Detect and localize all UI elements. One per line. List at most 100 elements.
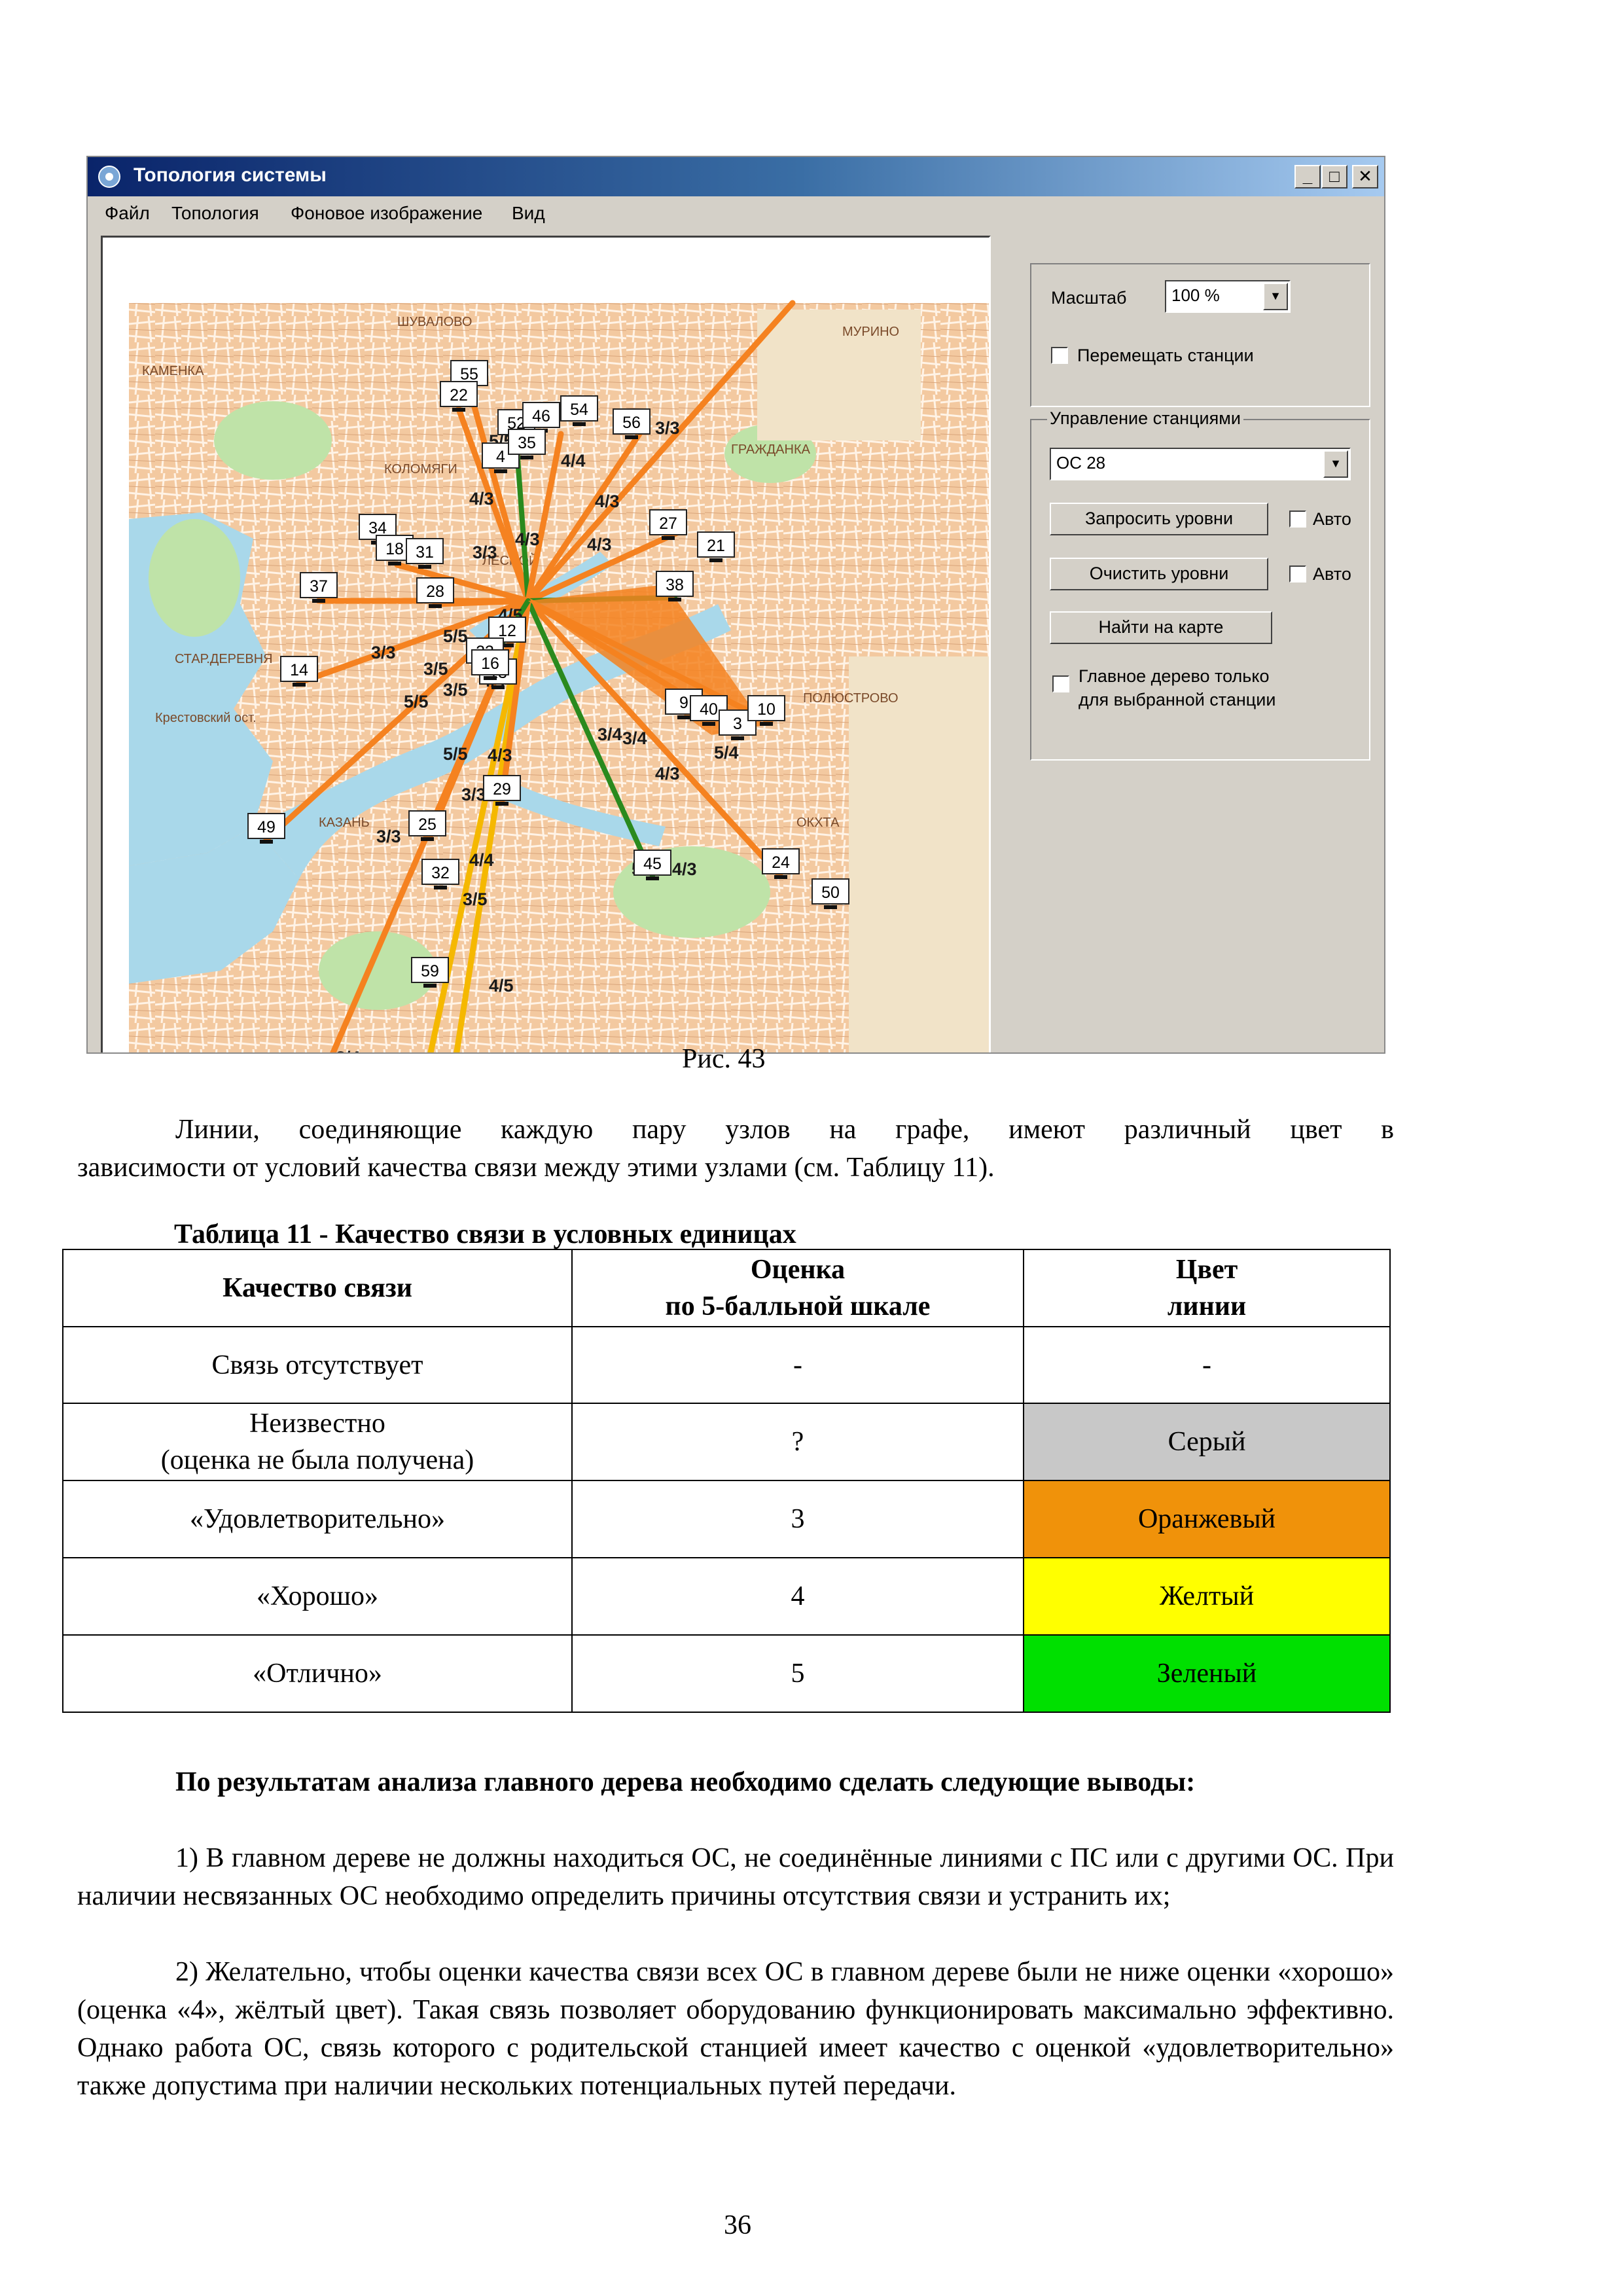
place-label: ПОЛЮСТРОВО	[803, 691, 899, 706]
auto-request-checkbox[interactable]	[1289, 511, 1306, 528]
station-number: 3	[733, 715, 742, 733]
station-number: 21	[707, 537, 725, 555]
main-tree-label: Главное дерево только	[1079, 666, 1270, 686]
link-quality-label: 4/3	[488, 745, 512, 765]
main-tree-label: для выбранной станции	[1079, 690, 1276, 709]
station-number: 40	[700, 700, 718, 719]
station-number: 50	[821, 884, 840, 902]
station-stand	[491, 685, 505, 689]
station-stand	[452, 408, 465, 412]
link-quality-label: 5/4	[714, 743, 739, 762]
chevron-down-icon[interactable]: ▼	[1323, 450, 1348, 478]
chevron-down-icon[interactable]: ▼	[1263, 283, 1288, 310]
main-tree-checkbox[interactable]	[1052, 675, 1069, 692]
conclusion-heading: По результатам анализа главного дерева н…	[175, 1767, 1196, 1797]
auto-label: Авто	[1313, 564, 1351, 584]
cell-quality: Неизвестно (оценка не была получена)	[62, 1403, 573, 1481]
menu-view[interactable]: Вид	[512, 203, 545, 224]
intro-line-2: зависимости от условий качества связи ме…	[77, 1153, 995, 1183]
station-stand	[388, 562, 401, 565]
link-quality-label: 4/5	[489, 976, 514, 996]
request-levels-button[interactable]: Запросить уровни	[1050, 503, 1268, 535]
link-quality-label: 4/4	[561, 451, 586, 471]
station-stand	[774, 875, 787, 879]
cell-score: ?	[571, 1403, 1024, 1481]
menu-background-image[interactable]: Фоновое изображение	[291, 203, 482, 224]
station-number: 38	[666, 576, 684, 594]
header-color-line1: Цвет	[1175, 1255, 1238, 1285]
close-button[interactable]: ✕	[1352, 165, 1378, 188]
link-quality-label: 3/4	[336, 1048, 361, 1054]
header-score-line2: по 5-балльной шкале	[665, 1291, 931, 1321]
link-quality-label: 3/4	[622, 728, 647, 748]
station-stand	[646, 876, 659, 880]
link-quality-label: 3/3	[655, 418, 680, 438]
station-number: 37	[310, 577, 328, 596]
link-quality-label: 4/3	[655, 764, 680, 783]
station-number: 45	[643, 855, 662, 873]
find-on-map-button[interactable]: Найти на карте	[1050, 611, 1272, 644]
station-stand	[662, 536, 675, 540]
map-view[interactable]: ШУВАЛОВО КАМЕНКА ПОЛЮСТРОВО ГРАЖДАНКА КО…	[101, 236, 991, 1054]
link-quality-label: 3/3	[376, 827, 401, 846]
menu-topology[interactable]: Топология	[171, 203, 259, 224]
header-score: Оценка по 5-балльной шкале	[571, 1249, 1024, 1327]
link-quality-label: 5/5	[443, 744, 468, 764]
menu-file[interactable]: Файл	[105, 203, 150, 224]
place-label: МУРИНО	[842, 325, 899, 339]
station-number: 9	[679, 694, 688, 712]
station-stand	[824, 905, 837, 909]
place-label: ГРАЖДАНКА	[731, 442, 811, 457]
link-quality-label: 4/3	[515, 529, 540, 549]
station-number: 25	[418, 816, 437, 834]
clear-levels-button[interactable]: Очистить уровни	[1050, 558, 1268, 590]
station-stand	[421, 837, 434, 841]
app-icon	[98, 166, 120, 188]
move-stations-label: Перемещать станции	[1077, 346, 1254, 365]
move-stations-checkbox[interactable]	[1051, 347, 1068, 364]
station-stand	[423, 984, 437, 988]
station-number: 49	[257, 818, 276, 836]
station-number: 28	[426, 583, 444, 601]
link-quality-label: 4/4	[469, 850, 494, 870]
cell-quality-line2: (оценка не была получена)	[160, 1445, 474, 1475]
link-quality-label: 4/3	[587, 535, 612, 554]
station-stand	[573, 422, 586, 426]
cell-color: Зеленый	[1023, 1634, 1391, 1713]
header-quality: Качество связи	[62, 1249, 573, 1327]
station-number: 14	[290, 661, 308, 679]
menu-bar: Файл Топология Фоновое изображение Вид	[88, 196, 1384, 229]
title-bar: Топология системы _ □ ✕	[88, 157, 1384, 196]
minimize-button[interactable]: _	[1294, 165, 1321, 188]
station-number: 32	[431, 864, 450, 882]
link-quality-label: 3/4	[597, 725, 622, 744]
station-number: 54	[570, 401, 588, 419]
place-label: КОЛОМЯГИ	[384, 462, 457, 476]
figure-caption: Рис. 43	[682, 1044, 766, 1074]
station-stand	[709, 558, 722, 562]
page-number: 36	[724, 2210, 751, 2240]
cell-score: 5	[571, 1634, 1024, 1713]
station-select[interactable]: ОС 28	[1050, 448, 1351, 480]
station-number: 12	[498, 622, 516, 640]
header-color-line2: линии	[1167, 1291, 1247, 1321]
station-stand	[494, 469, 507, 473]
auto-label: Авто	[1313, 509, 1351, 529]
table-row: «Отлично» 5 Зеленый	[62, 1634, 1391, 1713]
link-quality-label: 3/5	[423, 659, 448, 679]
station-number: 55	[460, 365, 478, 384]
station-number: 31	[416, 543, 434, 562]
table-title: Таблица 11 - Качество связи в условных е…	[174, 1219, 796, 1249]
maximize-button[interactable]: □	[1321, 165, 1347, 188]
link-quality-label: 3/3	[371, 643, 396, 662]
station-number: 10	[757, 700, 776, 719]
station-number: 34	[368, 519, 387, 537]
conclusion-item-2: 2) Желательно, чтобы оценки качества свя…	[77, 1957, 1394, 2101]
cell-quality: «Хорошо»	[62, 1557, 573, 1636]
station-stand	[293, 683, 306, 687]
place-label: ШУВАЛОВО	[397, 315, 472, 329]
cell-quality-line1: Неизвестно	[249, 1408, 385, 1439]
auto-clear-checkbox[interactable]	[1289, 565, 1306, 583]
station-stand	[731, 736, 744, 740]
topology-map[interactable]: ШУВАЛОВО КАМЕНКА ПОЛЮСТРОВО ГРАЖДАНКА КО…	[103, 238, 989, 1054]
